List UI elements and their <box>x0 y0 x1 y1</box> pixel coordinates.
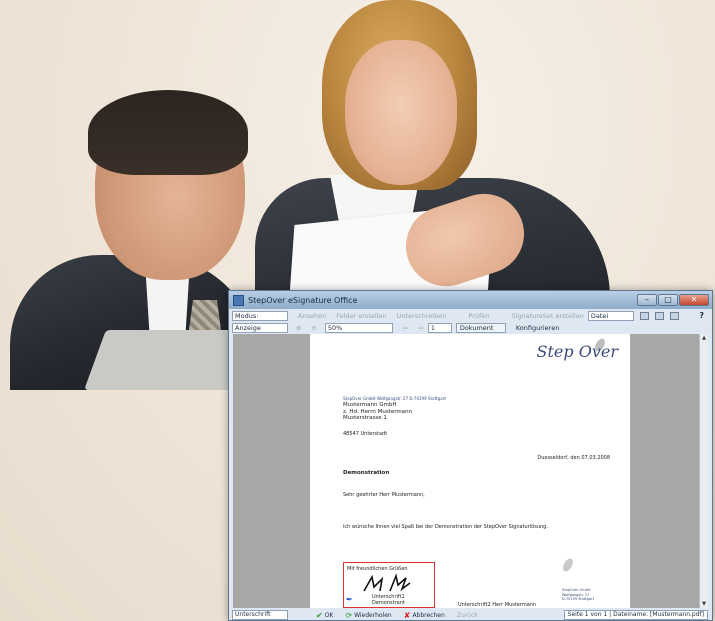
checkmark-icon: ✔ <box>316 610 323 620</box>
document-viewer[interactable]: Step Over StepOver GmbH Wolfgangstr. 27 … <box>233 334 699 608</box>
repeat-button[interactable]: ⟳ Wiederholen <box>345 611 391 620</box>
woman-face <box>345 40 457 185</box>
pen-pointer-icon: ✒ <box>346 595 353 604</box>
zoom-in-icon[interactable]: ⊕ <box>296 324 301 332</box>
zip-city: 48547 Unterstadt <box>343 431 388 437</box>
signature-strokes <box>363 573 411 592</box>
signature-field-1[interactable]: Mit freundlichen Grüßen ✒ Unterschrift1 … <box>343 562 435 608</box>
footer-line: D-70199 Stuttgart <box>562 597 594 601</box>
scroll-up-icon[interactable]: ▲ <box>700 334 708 342</box>
view-label: Anzeige <box>232 322 288 333</box>
recipient-address: Mustermann GmbH z. Hd. Herrn Mustermann … <box>343 402 412 422</box>
page-file-info: Seite 1 von 1 | Dateiname: [Mustermann.p… <box>563 610 708 620</box>
print-icon[interactable] <box>669 311 679 320</box>
close-button[interactable]: ✕ <box>679 294 709 306</box>
cancel-button[interactable]: ✘ Abbrechen <box>404 611 445 620</box>
app-icon <box>233 294 244 306</box>
salutation: Sehr geehrter Herr Mustermann, <box>343 492 425 498</box>
ok-button[interactable]: ✔ OK <box>316 611 333 620</box>
title-bar[interactable]: StepOver eSignature Office – □ ✕ <box>229 291 712 309</box>
cancel-label: Abbrechen <box>412 611 445 619</box>
back-button[interactable]: Zurück <box>457 612 478 619</box>
address-line: Musterstrasse 1 <box>343 415 387 421</box>
maximize-button[interactable]: □ <box>658 294 678 306</box>
window-controls: – □ ✕ <box>637 294 709 306</box>
letter-subject: Demonstration <box>343 470 390 476</box>
sender-line: StepOver GmbH Wolfgangstr. 27 D-70199 St… <box>343 396 446 401</box>
save-icon[interactable] <box>654 311 664 320</box>
scroll-down-icon[interactable]: ▼ <box>700 600 708 608</box>
vertical-scrollbar[interactable]: ▲ ▼ <box>699 334 708 608</box>
minimize-button[interactable]: – <box>637 294 657 306</box>
letter-date: Duesseldorf, den 07.03.2008 <box>537 455 610 461</box>
mode-create-fields[interactable]: Felder erstellen <box>336 312 386 320</box>
greeting: Mit freundlichen Grüßen <box>347 566 408 572</box>
page-input[interactable]: 1 <box>427 322 452 333</box>
repeat-label: Wiederholen <box>354 611 392 619</box>
mode-sign[interactable]: Unterschreiben <box>397 312 447 320</box>
man-hair <box>88 90 248 175</box>
next-page-icon[interactable]: ⇨ <box>418 324 423 332</box>
help-icon[interactable]: ? <box>699 311 704 320</box>
mode-label: Modus: <box>232 310 288 321</box>
mode-view[interactable]: Ansehen <box>298 312 326 320</box>
signature-field-1-label: Unterschrift1 Demonstrant <box>372 594 405 606</box>
zoom-select[interactable]: 50% <box>324 322 393 333</box>
footer-address: StepOver GmbH Wolfgangstr. 27 D-70199 St… <box>562 588 594 602</box>
window-title: StepOver eSignature Office <box>248 295 358 305</box>
document-page: Step Over StepOver GmbH Wolfgangstr. 27 … <box>310 334 630 608</box>
refresh-icon: ⟳ <box>345 610 353 620</box>
document-button[interactable]: Dokument <box>455 322 506 333</box>
app-window: StepOver eSignature Office – □ ✕ Modus: … <box>228 290 713 621</box>
mode-create-signatureset[interactable]: SignatureSet erstellen <box>511 312 583 320</box>
status-bar: Unterschrift ✔ OK ⟳ Wiederholen ✘ Abbrec… <box>229 609 712 621</box>
configure-button[interactable]: Konfigurieren <box>516 324 560 332</box>
prev-page-icon[interactable]: ⇦ <box>403 324 408 332</box>
toolbar-view: Anzeige ⊕ ⊖ 50% ⇦ ⇨ 1 Dokument Konfiguri… <box>229 322 712 333</box>
company-logo: Step Over <box>536 342 618 361</box>
ok-label: OK <box>324 611 334 619</box>
mode-verify[interactable]: Prüfen <box>468 312 489 320</box>
stamp-pen-mark <box>561 556 575 574</box>
file-select[interactable]: Datei <box>587 310 634 321</box>
footer-line: StepOver GmbH <box>562 588 591 592</box>
letter-body: ich wünsche Ihnen viel Spaß bei der Demo… <box>343 524 548 530</box>
signature-field-2-label[interactable]: Unterschrift2 Herr Mustermann <box>458 602 536 608</box>
status-label: Unterschrift <box>232 610 288 620</box>
toolbar-mode: Modus: Ansehen Felder erstellen Untersch… <box>229 310 712 321</box>
zoom-out-icon[interactable]: ⊖ <box>311 324 316 332</box>
open-folder-icon[interactable] <box>639 311 649 320</box>
cross-icon: ✘ <box>403 610 411 620</box>
